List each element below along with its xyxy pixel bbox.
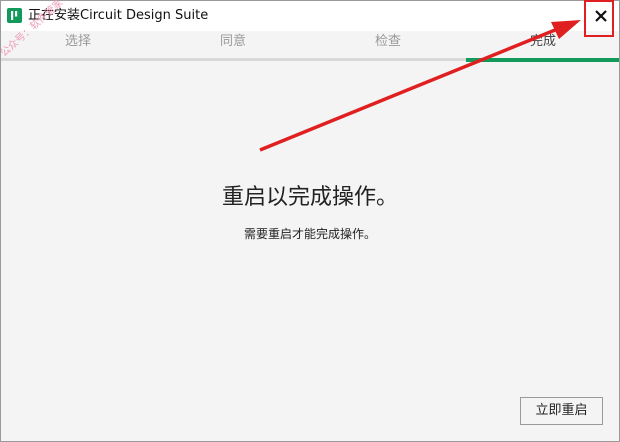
step-check: 检查 xyxy=(374,34,401,49)
restart-now-button[interactable]: 立即重启 xyxy=(520,397,603,425)
progress-indicator xyxy=(466,58,619,62)
app-logo-icon xyxy=(7,8,22,23)
annotation-highlight-box xyxy=(584,0,614,37)
step-agree: 同意 xyxy=(219,34,246,49)
title-bar: 正在安装Circuit Design Suite xyxy=(1,1,619,31)
completion-heading: 重启以完成操作。 xyxy=(221,185,398,210)
installer-window: 正在安装Circuit Design Suite 选择 同意 检查 完成 重启以… xyxy=(0,0,620,442)
step-tabs: 选择 同意 检查 完成 xyxy=(1,31,619,61)
completion-message: 需要重启才能完成操作。 xyxy=(243,227,376,241)
